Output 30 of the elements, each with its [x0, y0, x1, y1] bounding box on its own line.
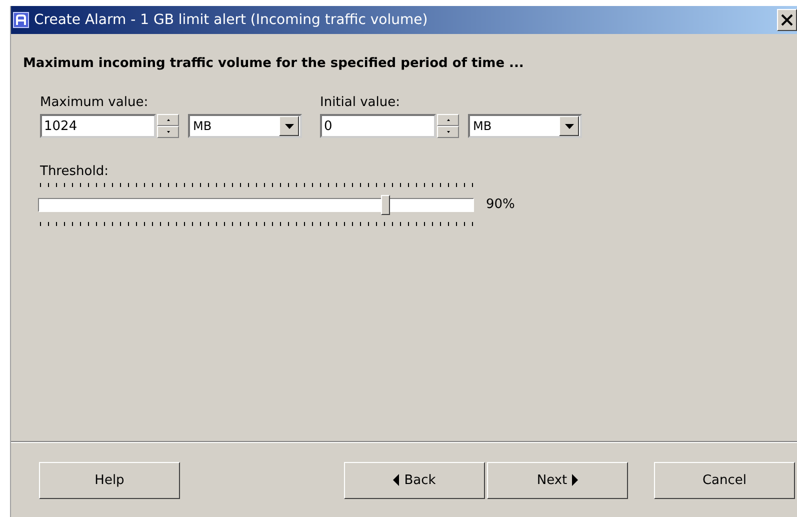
dialog-button[interactable]: Help — [39, 462, 180, 498]
unit-dropdown[interactable]: MB — [188, 114, 302, 138]
app-icon — [13, 12, 29, 28]
back-button[interactable]: Back — [344, 462, 485, 498]
down-arrow-icon — [166, 131, 170, 133]
number-field[interactable]: 1024 — [40, 114, 156, 138]
spin-up-button[interactable] — [157, 114, 179, 126]
dropdown-arrow-icon — [564, 124, 574, 128]
close-button[interactable] — [777, 9, 797, 31]
next-button[interactable]: Next — [487, 462, 628, 498]
field-label: Maximum value: — [40, 95, 150, 110]
slider-label: Threshold: — [40, 164, 110, 179]
spin-down-button[interactable] — [157, 126, 179, 138]
up-arrow-icon — [446, 119, 450, 121]
left-triangle-icon — [393, 474, 400, 486]
dialog-button[interactable]: Cancel — [654, 462, 795, 498]
close-icon — [781, 14, 793, 26]
unit-dropdown[interactable]: MB — [468, 114, 582, 138]
dropdown-arrow-icon — [284, 124, 294, 128]
number-field[interactable]: 0 — [320, 114, 436, 138]
slider-thumb[interactable] — [381, 194, 390, 214]
window-title: Create Alarm - 1 GB limit alert (Incoming traffic volume) — [34, 12, 428, 28]
field-label: Initial value: — [320, 95, 401, 110]
spin-up-button[interactable] — [437, 114, 459, 126]
up-arrow-icon — [166, 119, 170, 121]
section-heading: Maximum incoming traffic volume for the specified period of time ... — [23, 56, 525, 71]
spin-down-button[interactable] — [437, 126, 459, 138]
right-triangle-icon — [572, 474, 578, 486]
down-arrow-icon — [446, 131, 450, 133]
slider-value: 90% — [486, 197, 515, 212]
